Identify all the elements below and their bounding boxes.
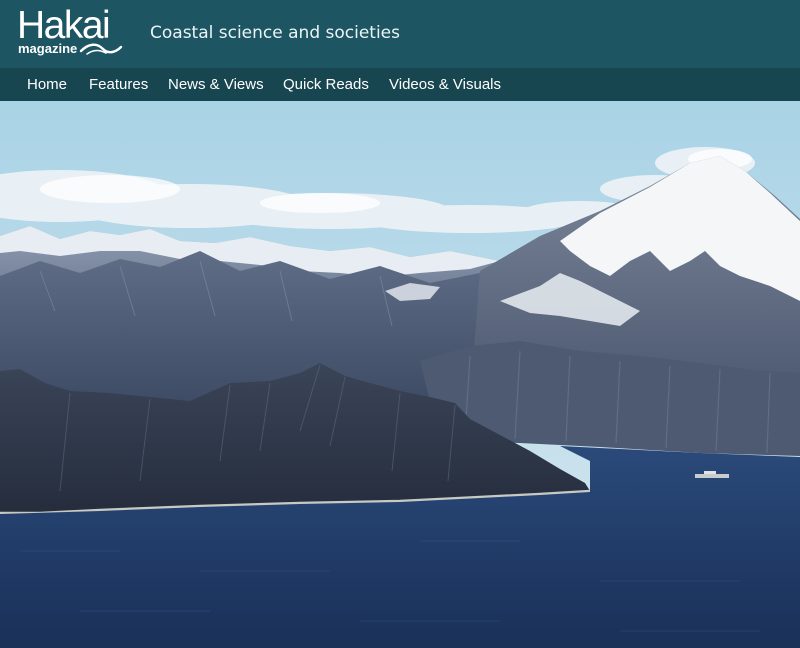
main-navigation: Home Features News & Views Quick Reads V…: [0, 68, 800, 101]
logo-subtitle: magazine: [18, 41, 78, 56]
nav-videos-visuals[interactable]: Videos & Visuals: [389, 76, 501, 94]
nav-features[interactable]: Features: [89, 76, 148, 94]
mountain-landscape-image: [0, 101, 800, 648]
site-tagline: Coastal science and societies: [150, 23, 401, 43]
nav-quick-reads[interactable]: Quick Reads: [283, 76, 369, 94]
nav-news-views[interactable]: News & Views: [168, 76, 264, 94]
hero-image[interactable]: [0, 101, 800, 648]
hakai-magazine-logo[interactable]: Hakai magazine: [17, 4, 127, 62]
wave-icon: [79, 43, 123, 55]
site-header: Hakai magazine Coastal science and socie…: [0, 0, 800, 68]
nav-home[interactable]: Home: [27, 76, 67, 94]
